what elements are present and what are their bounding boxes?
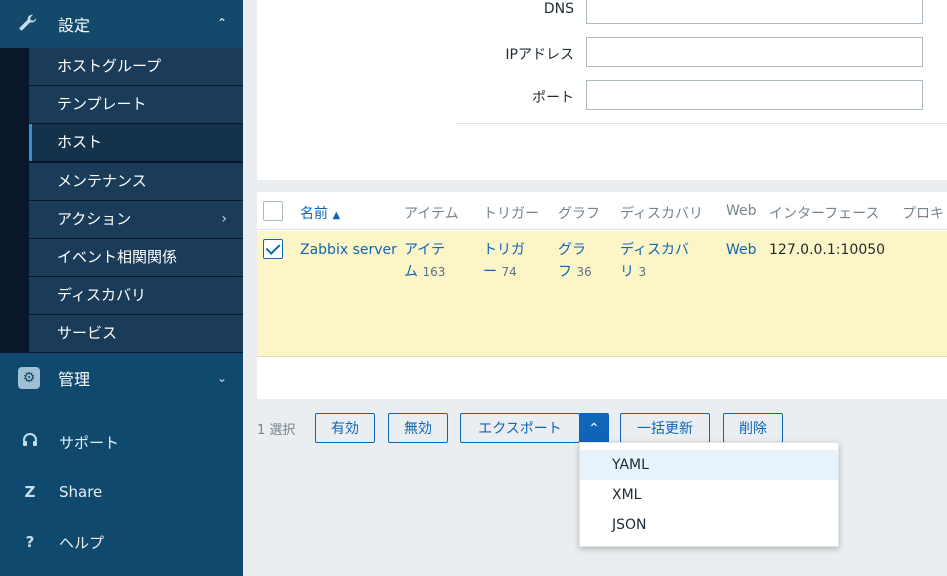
sidebar-item-label: サービス <box>57 324 118 342</box>
select-all-checkbox[interactable] <box>263 201 283 221</box>
wrench-icon <box>16 12 40 36</box>
triggers-link-label: ー <box>483 264 497 280</box>
chevron-down-icon: ⌄ <box>216 371 227 385</box>
enable-button[interactable]: 有効 <box>315 413 375 443</box>
chevron-right-icon: › <box>221 211 227 227</box>
mass-update-button[interactable]: 一括更新 <box>620 413 710 443</box>
sidebar-link-support[interactable]: サポート <box>0 422 243 462</box>
graphs-link-label: フ <box>558 264 572 280</box>
graphs-count: 36 <box>576 265 592 279</box>
share-z-icon: Z <box>24 483 36 501</box>
discovery-link-label: ディスカバ <box>620 242 690 258</box>
table-header: 名前 ▲ アイテム トリガー グラフ ディスカバリ Web インターフェース プ… <box>257 192 947 230</box>
gear-icon: ⚙ <box>18 367 40 389</box>
menu-item-yaml[interactable]: YAML <box>580 450 838 480</box>
selected-count: 1 選択 <box>257 423 296 438</box>
settings-submenu: ホストグループ テンプレート ホスト メンテナンス アクション › イベント相関関… <box>0 48 243 353</box>
sidebar-item-label: アクション <box>57 210 132 228</box>
delete-button[interactable]: 削除 <box>723 413 783 443</box>
menu-settings-label: 設定 <box>58 16 91 35</box>
sidebar: 設定 ⌃ ホストグループ テンプレート ホスト メンテナンス アクション › イベ… <box>0 0 243 576</box>
host-name-link[interactable]: Zabbix server <box>300 239 397 261</box>
table-row: Zabbix server アイテム 163 トリガー 74 グラフ 36 ディ… <box>257 231 947 357</box>
menu-administration-label: 管理 <box>58 370 91 389</box>
filter-row-ip: IPアドレス <box>257 37 947 67</box>
ip-input[interactable] <box>586 37 923 67</box>
sidebar-item-host-groups[interactable]: ホストグループ <box>29 48 243 85</box>
menu-item-json[interactable]: JSON <box>580 510 838 540</box>
column-header-triggers: トリガー <box>483 206 539 222</box>
export-button[interactable]: エクスポート <box>460 413 580 443</box>
hosts-table: 名前 ▲ アイテム トリガー グラフ ディスカバリ Web インターフェース プ… <box>257 192 947 399</box>
column-header-discovery: ディスカバリ <box>620 206 704 222</box>
items-link-label: アイテ <box>404 242 446 258</box>
sidebar-link-share[interactable]: Z Share <box>0 472 243 512</box>
menu-settings[interactable]: 設定 ⌃ <box>0 0 243 48</box>
menu-item-xml[interactable]: XML <box>580 480 838 510</box>
sidebar-item-label: イベント相関関係 <box>57 248 178 266</box>
dns-label: DNS <box>543 1 574 17</box>
main-content: DNS IPアドレス ポート 名前 ▲ アイテム トリガー グラフ ディスカバリ… <box>243 0 947 576</box>
sidebar-item-label: テンプレート <box>57 95 147 113</box>
menu-administration[interactable]: ⚙ 管理 ⌄ <box>0 353 243 403</box>
port-input[interactable] <box>586 80 923 110</box>
sidebar-item-event-correlation[interactable]: イベント相関関係 <box>29 239 243 276</box>
sidebar-item-label: ディスカバリ <box>57 286 146 304</box>
sidebar-link-label: Share <box>59 483 103 501</box>
column-header-items: アイテム <box>404 206 459 222</box>
sort-asc-icon: ▲ <box>332 210 341 221</box>
dns-input[interactable] <box>586 0 923 24</box>
triggers-count: 74 <box>501 265 517 279</box>
filter-row-port: ポート <box>257 80 947 110</box>
graphs-link[interactable]: グラフ 36 <box>558 239 592 283</box>
help-icon: ? <box>25 533 35 551</box>
column-header-name-label: 名前 <box>300 206 328 222</box>
divider <box>456 123 947 124</box>
column-header-interface: インターフェース <box>769 206 880 222</box>
export-format-menu: YAML XML JSON <box>579 442 839 547</box>
ip-label: IPアドレス <box>505 47 574 63</box>
sidebar-item-actions[interactable]: アクション › <box>29 201 243 238</box>
graphs-link-label: グラ <box>558 242 586 258</box>
chevron-up-icon: ⌃ <box>216 16 227 30</box>
sidebar-item-label: メンテナンス <box>57 172 147 190</box>
triggers-link-label: トリガ <box>483 242 525 258</box>
sidebar-item-label: ホストグループ <box>57 57 162 75</box>
sidebar-item-services[interactable]: サービス <box>29 315 243 352</box>
items-link-label: ム <box>404 264 418 280</box>
action-bar: 1 選択 有効 無効 エクスポート ⌃ 一括更新 削除 <box>257 413 947 443</box>
sidebar-link-label: ヘルプ <box>59 533 105 552</box>
disable-button[interactable]: 無効 <box>388 413 448 443</box>
sidebar-link-label: サポート <box>59 433 120 452</box>
headset-icon <box>20 432 40 452</box>
column-header-web: Web <box>726 203 757 219</box>
filter-panel: DNS IPアドレス ポート <box>257 0 947 180</box>
port-label: ポート <box>532 90 574 106</box>
items-link[interactable]: アイテム 163 <box>404 239 445 283</box>
row-checkbox[interactable] <box>263 239 283 259</box>
column-header-name[interactable]: 名前 ▲ <box>300 203 340 223</box>
sidebar-item-hosts[interactable]: ホスト <box>29 124 243 161</box>
column-header-proxy: プロキ <box>902 206 944 222</box>
export-dropdown-toggle[interactable]: ⌃ <box>579 413 609 443</box>
items-count: 163 <box>422 265 446 279</box>
triggers-link[interactable]: トリガー 74 <box>483 239 525 283</box>
sidebar-link-help[interactable]: ? ヘルプ <box>0 522 243 562</box>
chevron-up-icon: ⌃ <box>588 420 600 436</box>
sidebar-item-maintenance[interactable]: メンテナンス <box>29 163 243 200</box>
column-header-graphs: グラフ <box>558 206 600 222</box>
discovery-link[interactable]: ディスカバリ 3 <box>620 239 689 283</box>
discovery-link-label: リ <box>620 264 634 280</box>
interface-value: 127.0.0.1:10050 <box>769 242 886 258</box>
discovery-count: 3 <box>638 265 647 279</box>
sidebar-item-discovery[interactable]: ディスカバリ <box>29 277 243 314</box>
sidebar-item-templates[interactable]: テンプレート <box>29 86 243 123</box>
sidebar-item-label: ホスト <box>57 133 103 151</box>
filter-row-dns: DNS <box>257 0 947 24</box>
web-link[interactable]: Web <box>726 239 757 261</box>
